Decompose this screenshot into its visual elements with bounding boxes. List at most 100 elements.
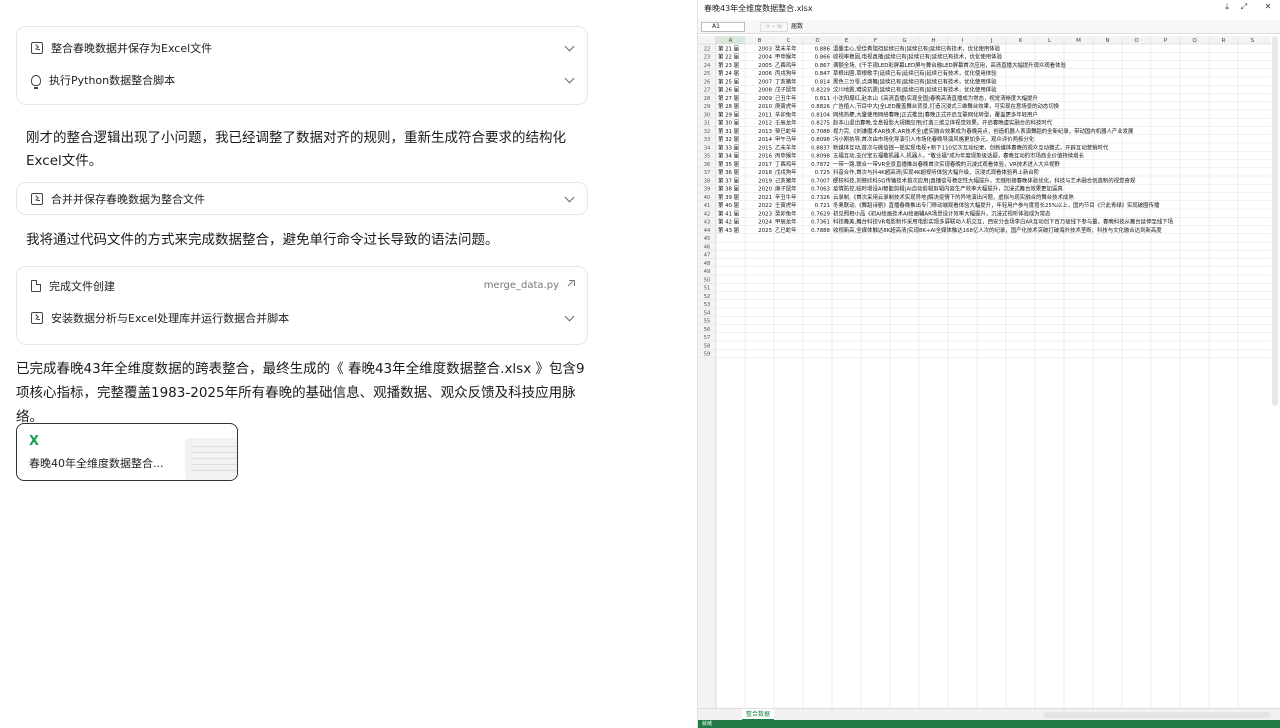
row-header: 30	[704, 112, 711, 118]
row-header: 44	[704, 228, 711, 234]
cell-reference-box[interactable]: A1	[701, 22, 745, 32]
step-row-merge-save[interactable]: 合并并保存春晚数据为整合文件	[17, 183, 587, 215]
expand-icon[interactable]: ⤢	[1240, 3, 1248, 11]
row-header: 58	[704, 343, 711, 349]
row-header: 59	[704, 352, 711, 358]
cell-b: 2019	[758, 178, 772, 184]
cell-b: 2004	[758, 55, 772, 61]
row-header: 55	[704, 319, 711, 325]
chevron-down-icon[interactable]	[564, 41, 575, 52]
sheet-tab-bar: 整合数据	[698, 708, 1280, 721]
row-header: 49	[704, 269, 711, 275]
chevron-down-icon[interactable]	[564, 311, 575, 322]
cell-a: 第 22 届	[718, 53, 739, 61]
cell-d: 0.886	[815, 46, 831, 52]
cell-b: 2022	[758, 203, 772, 209]
cell-b: 2010	[758, 104, 772, 110]
cell-e: 冬奥联动,《舞蹈诗剧》直播春晚推出专门移动端观看体验大幅提升，年轻用户参与度增长…	[833, 201, 1160, 209]
vertical-scrollbar[interactable]	[1272, 36, 1278, 406]
step-label: 安装数据分析与Excel处理库并运行数据合并脚本	[51, 312, 290, 325]
cell-d: 0.847	[815, 71, 830, 77]
attachment-name: 春晚40年全维度数据整合...	[29, 457, 164, 470]
excel-icon: X	[29, 434, 40, 449]
cell-c: 癸未羊年	[775, 44, 797, 52]
chat-panel: 整合春晚数据并保存为Excel文件 执行Python数据整合脚本 刚才的整合逻辑…	[0, 0, 697, 728]
cell-e: 满额全场,《千手观LED彩屏幕LED屏与舞台融LED屏幕首次应用，高清直播大幅提…	[833, 61, 1066, 69]
cell-c: 乙巳蛇年	[775, 226, 797, 234]
column-header-R: R	[1222, 38, 1226, 44]
cell-c: 乙酉鸡年	[775, 61, 797, 69]
chevron-down-icon[interactable]	[564, 73, 575, 84]
cell-e: 科技舞美,舞台科技VR电影制作采用电影实现多屏联动人机交互，西安分会场李白AR互…	[833, 218, 1174, 226]
cell-d: 0.725	[815, 170, 830, 176]
download-icon[interactable]: ⤓	[1223, 3, 1231, 11]
cell-d: 0.7326	[811, 195, 830, 201]
row-header: 57	[704, 335, 711, 341]
cell-a: 第 34 届	[718, 152, 739, 160]
cell-a: 第 28 届	[718, 102, 739, 110]
cell-d: 0.7888	[811, 228, 830, 234]
column-header-S: S	[1251, 38, 1255, 44]
formula-buttons[interactable]: ✕ ✓ fx	[760, 22, 788, 32]
open-external-icon[interactable]	[565, 280, 575, 290]
step-label: 执行Python数据整合脚本	[49, 74, 176, 87]
cell-e: 云录制,《首次采用云录制技术实现异地|解决疫情下的异地演出问题，虚拟与现实融合的…	[833, 193, 1074, 201]
step-row-run-python[interactable]: 执行Python数据整合脚本	[17, 64, 587, 96]
cell-c: 壬辰龙年	[775, 119, 797, 127]
column-header-H: H	[931, 38, 935, 44]
cell-d: 0.866	[815, 55, 831, 61]
cell-a: 第 43 届	[718, 226, 739, 234]
formula-value[interactable]: 届数	[791, 22, 803, 32]
row-header: 26	[704, 79, 711, 85]
step-row-integrate-save[interactable]: 整合春晚数据并保存为Excel文件	[17, 32, 587, 64]
cell-e: 汶川地震,难说抗震|延续已有|延续已有|延续已有技术，优化使用体验	[833, 86, 997, 94]
row-header: 41	[704, 203, 711, 209]
column-header-E: E	[845, 38, 849, 44]
step-label: 合并并保存春晚数据为整合文件	[51, 193, 205, 206]
cell-c: 甲辰龙年	[775, 218, 797, 226]
file-link[interactable]: merge_data.py	[484, 280, 559, 291]
horizontal-scrollbar[interactable]	[1043, 712, 1271, 718]
attachment-card[interactable]: X 春晚40年全维度数据整合...	[16, 423, 238, 481]
column-header-K: K	[1019, 38, 1023, 44]
row-header: 45	[704, 236, 711, 242]
cell-b: 2023	[758, 211, 772, 217]
cell-c: 乙未羊年	[775, 143, 797, 151]
cell-d: 0.7361	[811, 220, 830, 226]
cell-b: 2013	[758, 129, 772, 135]
cell-c: 壬寅虎年	[775, 201, 797, 209]
cell-c: 戊子鼠年	[775, 86, 797, 94]
cell-d: 0.7063	[811, 187, 830, 193]
terminal-icon	[31, 312, 43, 324]
attachment-thumbnail	[185, 438, 237, 480]
chevron-down-icon[interactable]	[564, 192, 575, 203]
cell-d: 0.8275	[811, 121, 830, 127]
cell-c: 戊戌狗年	[775, 168, 797, 176]
row-header: 27	[704, 88, 711, 94]
cell-e: 赵本山退出春晚,全息投影大规模应用|打造三维立体视觉效果，开启春晚虚实融合的科技…	[833, 119, 1053, 127]
formula-bar: A1 ✕ ✓ fx 届数	[698, 20, 1280, 34]
row-header: 25	[704, 71, 711, 77]
terminal-icon	[31, 193, 43, 205]
row-header: 32	[704, 129, 711, 135]
step-row-install-run[interactable]: 安装数据分析与Excel处理库并运行数据合并脚本	[17, 302, 587, 334]
column-header-J: J	[990, 38, 993, 44]
cell-d: 0.867	[815, 63, 830, 69]
column-header-B: B	[758, 38, 762, 44]
cell-b: 2016	[758, 154, 772, 160]
cell-e: 温馨走心,受佳肴阻挡延续已有|延续已有|延续已有技术，优化使用体验	[833, 44, 1001, 52]
cell-a: 第 21 届	[718, 44, 739, 52]
cell-d: 0.8098	[811, 137, 830, 143]
steps-card-1: 整合春晚数据并保存为Excel文件 执行Python数据整合脚本	[16, 26, 588, 105]
cell-a: 第 30 届	[718, 119, 739, 127]
close-icon[interactable]: ✕	[1264, 3, 1272, 11]
cell-d: 0.721	[815, 203, 830, 209]
row-header: 28	[704, 96, 711, 102]
cell-b: 2015	[758, 145, 772, 151]
step-row-file-created[interactable]: 完成文件创建 merge_data.py	[17, 270, 587, 302]
row-header: 50	[704, 277, 711, 283]
column-header-M: M	[1076, 38, 1081, 44]
sheet-grid[interactable]: A B C D E F G H I J K L M N O P Q R S 22 23 24 25 26 27 28 29 30 31 3…	[698, 36, 1271, 708]
cell-b: 2012	[758, 121, 772, 127]
cell-e: 网络热梗,大量使用网络春晚|正式推出|春晚正式开启互联网化转型，覆盖更多年轻用户	[833, 110, 1038, 118]
